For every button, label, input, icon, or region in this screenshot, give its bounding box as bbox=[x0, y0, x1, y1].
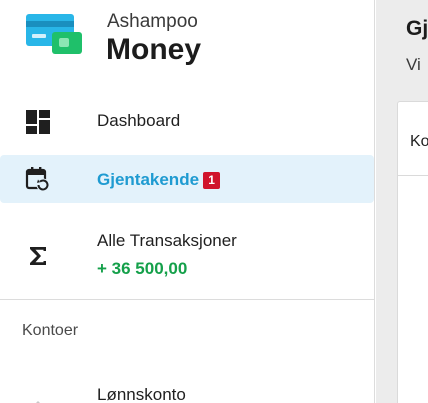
brand-name-main: Money bbox=[106, 33, 202, 66]
sigma-icon bbox=[30, 247, 46, 265]
section-title-accounts: Kontoer bbox=[22, 322, 79, 339]
credit-card-logo-icon bbox=[26, 14, 82, 54]
sidebar-item-label: Lønnskonto bbox=[97, 385, 186, 403]
page-subtitle: Vi bbox=[406, 55, 421, 74]
sidebar-item-label: Dashboard bbox=[97, 111, 181, 130]
total-amount: + 36 500,00 bbox=[97, 259, 188, 278]
sidebar-item-alle-transaksjoner[interactable]: Alle Transaksjoner + 36 500,00 bbox=[0, 228, 374, 288]
account-icon bbox=[36, 401, 40, 403]
card-header-label: Ko bbox=[410, 133, 428, 150]
page-title: Gjentakende bbox=[406, 17, 428, 40]
sidebar-item-lonnskonto[interactable]: Lønnskonto bbox=[0, 378, 374, 403]
sidebar-item-gjentakende[interactable]: Gjentakende 1 bbox=[0, 155, 374, 203]
sidebar-divider bbox=[0, 299, 374, 300]
brand-name-top: Ashampoo bbox=[107, 11, 198, 32]
notification-badge: 1 bbox=[203, 172, 221, 189]
recurring-calendar-icon bbox=[25, 167, 50, 192]
sidebar-item-label: Alle Transaksjoner bbox=[97, 231, 237, 250]
sidebar: Ashampoo Money Dashboard Gjentakende 1 Al… bbox=[0, 0, 375, 403]
main-content: Gjentakende Vi Ko bbox=[376, 0, 428, 403]
dashboard-icon bbox=[26, 110, 50, 134]
content-card: Ko bbox=[397, 101, 428, 403]
sidebar-item-label: Gjentakende 1 bbox=[97, 170, 221, 190]
sidebar-item-dashboard[interactable]: Dashboard bbox=[0, 97, 374, 145]
sidebar-item-text: Gjentakende bbox=[97, 170, 200, 189]
card-header: Ko bbox=[398, 102, 428, 176]
app-logo[interactable]: Ashampoo Money bbox=[0, 0, 374, 90]
